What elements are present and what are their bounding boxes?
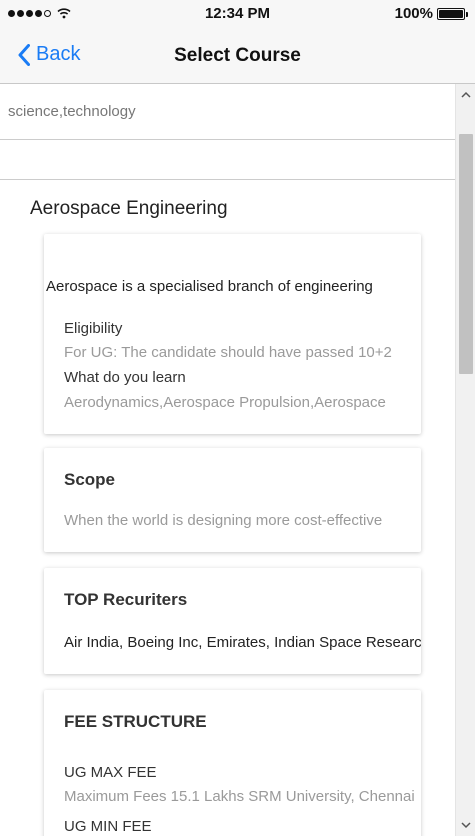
scrollbar[interactable] [455,84,475,836]
course-intro-card[interactable]: Aerospace is a specialised branch of eng… [44,234,421,434]
search-query-text: science,technology [8,103,136,120]
eligibility-text: For UG: The candidate should have passed… [64,344,392,361]
scroll-thumb[interactable] [459,134,473,374]
learn-text: Aerodynamics,Aerospace Propulsion,Aerosp… [64,394,386,411]
chevron-up-icon[interactable] [456,88,475,102]
battery-status: 100% [394,5,468,22]
status-bar: 12:34 PM 100% [0,0,475,28]
battery-icon [437,7,468,20]
battery-percent: 100% [394,5,433,22]
empty-row [0,140,455,180]
recruiters-card[interactable]: TOP Recuriters Air India, Boeing Inc, Em… [44,568,421,674]
scope-card[interactable]: Scope When the world is designing more c… [44,448,421,552]
fee-heading: FEE STRUCTURE [64,712,207,731]
page-title: Select Course [174,45,301,66]
course-title: Aerospace Engineering [30,198,228,219]
ug-max-fee-label: UG MAX FEE [64,764,157,781]
search-query[interactable]: science,technology [0,84,455,140]
course-detail-content: science,technology Aerospace Engineering… [0,84,455,836]
recruiters-text: Air India, Boeing Inc, Emirates, Indian … [64,634,421,651]
navigation-bar: Back Select Course [0,28,475,84]
scope-text: When the world is designing more cost-ef… [64,512,383,529]
eligibility-label: Eligibility [64,320,123,337]
learn-label: What do you learn [64,369,186,386]
ug-max-fee-text: Maximum Fees 15.1 Lakhs SRM University, … [64,788,415,805]
chevron-down-icon[interactable] [456,818,475,832]
recruiters-heading: TOP Recuriters [64,590,188,609]
fee-structure-card[interactable]: FEE STRUCTURE UG MAX FEE Maximum Fees 15… [44,690,421,836]
scope-heading: Scope [64,470,116,489]
course-description: Aerospace is a specialised branch of eng… [46,278,373,295]
ug-min-fee-label: UG MIN FEE [64,818,152,835]
